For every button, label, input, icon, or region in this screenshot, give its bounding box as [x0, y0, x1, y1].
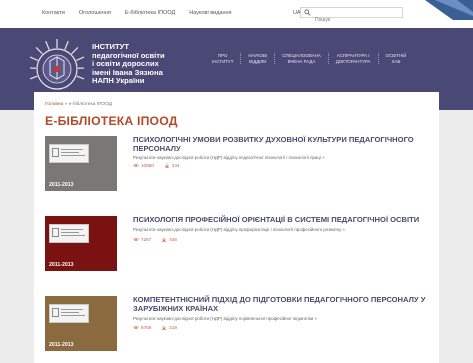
top-link-publications[interactable]: Наукові видання: [189, 10, 231, 16]
institute-name[interactable]: ІНСТИТУТ педагогічної освіти і освіти до…: [92, 42, 202, 86]
page-background-right: [439, 110, 473, 363]
top-bar: Контакти Оголошення Е-бібліотека ІПООД Н…: [0, 0, 473, 28]
main-nav: ПРО ІНСТИТУТ НАУКОВІ ВІДДІЛИ СПЕЦІАЛІЗОВАН…: [205, 53, 414, 65]
top-link-e-library[interactable]: Е-бібліотека ІПООД: [125, 10, 175, 16]
views-count: 10850: [133, 163, 154, 168]
page-title: Е-БІБЛІОТЕКА ІПООД: [45, 114, 178, 128]
item-stats: 6759 219: [133, 325, 177, 330]
nav-item-postgraduate[interactable]: АСПІРАНТУРА І ДОКТОРАНТУРА: [327, 53, 378, 65]
item-title[interactable]: ПСИХОЛОГІЯ ПРОФЕСІЙНОЇ ОРІЄНТАЦІЇ В СИСТ…: [133, 215, 433, 225]
item-stats: 7267 446: [133, 237, 177, 242]
downloads-count: 219: [161, 325, 177, 330]
book-cover[interactable]: 2011-2013: [45, 216, 117, 271]
top-links: Контакти Оголошення Е-бібліотека ІПООД Н…: [42, 10, 232, 16]
item-description: Результати науково-дослідної роботи (НДР…: [133, 316, 317, 321]
more-link[interactable]: »: [315, 316, 317, 321]
cover-year: 2011-2013: [49, 182, 74, 188]
download-icon: [164, 163, 169, 168]
item-title[interactable]: ПСИХОЛОГІЧНІ УМОВИ РОЗВИТКУ ДУХОВНОЇ КУЛ…: [133, 135, 433, 154]
eye-icon: [133, 238, 139, 241]
views-count: 6759: [133, 325, 151, 330]
cover-year: 2011-2013: [49, 342, 74, 348]
breadcrumb-home[interactable]: Головна: [45, 102, 63, 107]
content-panel: Головна » е-бібліотека ІПООД Е-БІБЛІОТЕК…: [34, 92, 439, 363]
search-box: [300, 7, 405, 25]
views-count: 7267: [133, 237, 151, 242]
corner-ribbon-decoration: [425, 0, 473, 20]
search-input[interactable]: [301, 15, 405, 25]
item-description: Результати науково-дослідної роботи (НДР…: [133, 155, 325, 160]
item-description: Результати науково-дослідної роботи (НДР…: [133, 227, 345, 232]
more-link[interactable]: »: [322, 155, 324, 160]
search-icon[interactable]: [304, 9, 311, 16]
page-background-left: [0, 110, 34, 363]
eye-icon: [133, 326, 139, 329]
downloads-count: 446: [161, 237, 177, 242]
nav-item-departments[interactable]: НАУКОВІ ВІДДІЛИ: [240, 53, 274, 65]
cover-year: 2011-2013: [49, 262, 74, 268]
book-cover[interactable]: 2011-2013: [45, 296, 117, 351]
nav-item-hub[interactable]: ОСВІТНІЙ ХАБ: [377, 53, 414, 65]
download-icon: [162, 237, 167, 242]
item-title[interactable]: КОМПЕТЕНТНІСНИЙ ПІДХІД ДО ПІДГОТОВКИ ПЕД…: [133, 295, 433, 314]
more-link[interactable]: »: [342, 227, 344, 232]
download-icon: [162, 325, 167, 330]
item-stats: 10850 234: [133, 163, 179, 168]
nav-item-about[interactable]: ПРО ІНСТИТУТ: [205, 53, 240, 64]
book-cover[interactable]: 2011-2013: [45, 136, 117, 191]
library-item: 2011-2013 КОМПЕТЕНТНІСНИЙ ПІДХІД ДО ПІДГ…: [45, 295, 435, 356]
library-item: 2011-2013 ПСИХОЛОГІЯ ПРОФЕСІЙНОЇ ОРІЄНТА…: [45, 215, 435, 276]
library-item: 2011-2013 ПСИХОЛОГІЧНІ УМОВИ РОЗВИТКУ ДУ…: [45, 135, 435, 196]
downloads-count: 234: [164, 163, 179, 168]
breadcrumb-current: е-бібліотека ІПООД: [68, 102, 113, 107]
nav-item-council[interactable]: СПЕЦІАЛІЗОВАНА ВЧЕНА РАДА: [274, 53, 328, 65]
eye-icon: [133, 164, 139, 167]
top-link-announcements[interactable]: Оголошення: [79, 10, 111, 16]
top-link-contacts[interactable]: Контакти: [42, 10, 65, 16]
breadcrumb-separator: »: [64, 102, 68, 107]
breadcrumb: Головна » е-бібліотека ІПООД: [45, 102, 112, 107]
